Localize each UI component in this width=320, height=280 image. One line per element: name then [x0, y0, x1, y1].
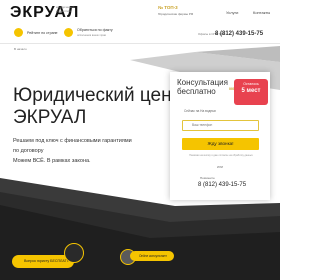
consent-note: Нажимая на кнопку я даю согласие на обра…: [189, 154, 253, 157]
breadcrumb[interactable]: В начало: [14, 47, 27, 51]
form-title: Консультация бесплатно: [177, 78, 228, 96]
title-line-1: Юридический центр: [13, 85, 191, 106]
header-phone[interactable]: 8 (812) 439-15-75: [215, 31, 263, 37]
badge-bottom: 5 мест: [241, 88, 261, 94]
nav-services[interactable]: Услуги: [226, 10, 238, 15]
facts-link-sub: исполнения ваших прав: [77, 34, 106, 37]
shield-icon: [64, 28, 73, 37]
title-line-2: ЭКРУАЛ: [13, 107, 87, 128]
nav-contacts[interactable]: Контакты: [253, 10, 270, 15]
facts-link[interactable]: Обратиться по факту: [77, 28, 113, 32]
form-title-line-1: Консультация: [177, 78, 228, 87]
desc-line-2: Можем ВСЁ. В рамках закона.: [13, 158, 91, 164]
rank-subtitle: Юридические фирмы РФ: [158, 12, 194, 16]
rank-badge: № ТОП-3: [158, 5, 178, 10]
consultation-form: Консультация бесплатно 0000 ₽ Осталось 5…: [170, 72, 270, 200]
online-consultant-button[interactable]: Online консультант: [130, 251, 174, 261]
rating-link[interactable]: Рейтинг по стране: [27, 31, 58, 35]
rating-icon: [14, 28, 23, 37]
page-title: Юридический центр ЭКРУАЛ: [13, 85, 191, 129]
form-small-text: Сейчас на На водных: [184, 109, 217, 113]
form-title-line-2: бесплатно: [177, 87, 216, 96]
phone-input[interactable]: [182, 120, 259, 131]
hero-description: Решаем под ключ с финансовыми гарантиями…: [13, 136, 133, 166]
callback-button[interactable]: Жду звонка!: [182, 138, 259, 150]
logo-tagline: юридический консалтинг: [56, 5, 75, 13]
header-divider: [0, 43, 280, 44]
form-phone[interactable]: 8 (812) 439-15-75: [198, 182, 246, 188]
badge-top: Осталось: [243, 82, 259, 86]
avatar[interactable]: [64, 243, 84, 263]
or-label: или: [217, 165, 223, 169]
spots-badge: Осталось 5 мест: [234, 79, 268, 105]
call-label: Позвоните: [200, 176, 215, 180]
desc-line-1: Решаем под ключ с финансовыми гарантиями…: [13, 138, 132, 154]
